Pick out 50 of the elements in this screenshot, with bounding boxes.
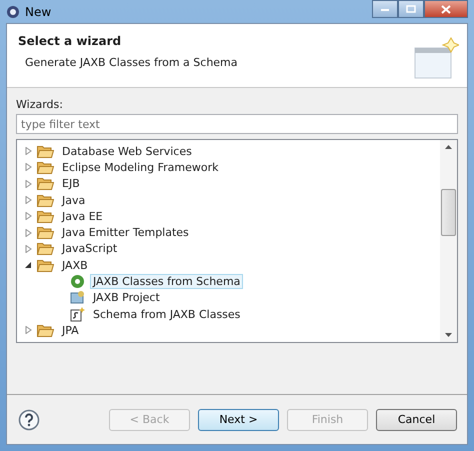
collapse-arrow-icon[interactable] <box>25 261 32 270</box>
vertical-scrollbar[interactable] <box>440 140 457 342</box>
tree-item[interactable]: Eclipse Modeling Framework <box>59 160 222 175</box>
dialog-button[interactable]: Cancel <box>376 408 457 430</box>
expand-arrow-icon[interactable] <box>25 228 32 237</box>
help-icon[interactable] <box>18 408 40 430</box>
maximize-icon <box>406 5 416 13</box>
dialog-button[interactable]: Next > <box>198 408 279 430</box>
maximize-button[interactable] <box>398 0 424 18</box>
tree-item[interactable]: JAXB Project <box>90 290 163 306</box>
folder-icon <box>37 258 54 272</box>
tree-item[interactable]: EJB <box>59 176 83 192</box>
filter-field[interactable]: type filter text <box>16 114 458 134</box>
tree-item[interactable]: Java <box>59 192 88 208</box>
close-button[interactable] <box>424 0 468 18</box>
page-description: Generate JAXB Classes from a Schema <box>25 56 238 69</box>
minimize-button[interactable] <box>372 0 398 18</box>
folder-icon <box>37 194 54 207</box>
expand-arrow-icon[interactable] <box>25 196 32 204</box>
tree-item[interactable]: JPA <box>59 322 82 338</box>
tree-item[interactable]: Database Web Services <box>59 144 195 159</box>
scrollbar-thumb[interactable] <box>441 189 456 236</box>
tree-item[interactable]: JavaScript <box>59 241 120 256</box>
page-title: Select a wizard <box>18 34 122 48</box>
minimize-icon <box>380 6 390 12</box>
folder-icon <box>37 177 54 190</box>
folder-icon <box>37 160 54 174</box>
close-icon <box>441 4 451 14</box>
expand-arrow-icon[interactable] <box>25 212 32 220</box>
folder-icon <box>37 324 54 337</box>
tree-item[interactable]: JAXB Classes from Schema <box>90 274 244 290</box>
folder-icon <box>37 144 54 158</box>
folder-icon <box>37 226 54 240</box>
wizards-label: Wizards: <box>16 98 64 111</box>
scroll-down-icon[interactable] <box>445 333 452 337</box>
project-icon <box>70 290 85 306</box>
tree-item[interactable]: Java Emitter Templates <box>59 225 192 240</box>
folder-icon <box>37 210 54 223</box>
expand-arrow-icon[interactable] <box>25 147 32 156</box>
expand-arrow-icon[interactable] <box>25 326 32 334</box>
window-title: New <box>25 4 52 18</box>
scroll-up-icon[interactable] <box>445 145 452 149</box>
tree-item[interactable]: JAXB <box>59 258 91 273</box>
tree-item[interactable]: Schema from JAXB Classes <box>90 306 244 322</box>
expand-arrow-icon[interactable] <box>25 180 32 188</box>
expand-arrow-icon[interactable] <box>25 244 32 253</box>
expand-arrow-icon[interactable] <box>25 163 32 172</box>
schema-file-icon <box>70 306 85 322</box>
tree-item[interactable]: Java EE <box>59 208 106 224</box>
folder-icon <box>37 242 54 256</box>
